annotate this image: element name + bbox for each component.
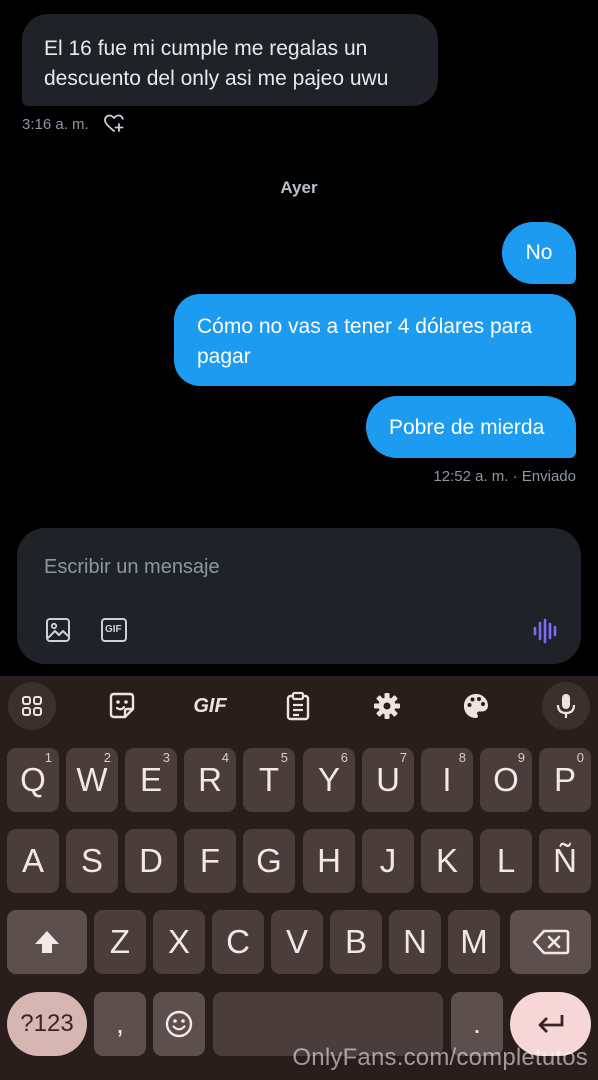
comma-key[interactable]: , bbox=[94, 992, 146, 1056]
key-b[interactable]: B bbox=[330, 910, 382, 974]
clipboard-icon[interactable] bbox=[274, 682, 322, 730]
key-o[interactable]: O9 bbox=[480, 748, 532, 812]
key-h[interactable]: H bbox=[303, 829, 355, 893]
key-c[interactable]: C bbox=[212, 910, 264, 974]
enter-icon bbox=[538, 1015, 563, 1033]
gif-attach-label: GIF bbox=[105, 624, 122, 635]
shift-key[interactable] bbox=[7, 910, 87, 974]
key-d[interactable]: D bbox=[125, 829, 177, 893]
key-label: Y bbox=[317, 761, 340, 798]
key-hint: 4 bbox=[221, 750, 229, 765]
key-v[interactable]: V bbox=[271, 910, 323, 974]
key-label: Q bbox=[20, 761, 46, 798]
sent-status: 12:52 a. m. · Enviado bbox=[433, 468, 576, 485]
key-z[interactable]: Z bbox=[94, 910, 146, 974]
key-n[interactable]: N bbox=[389, 910, 441, 974]
incoming-message-text: El 16 fue mi cumple me regalas un descue… bbox=[44, 37, 389, 90]
outgoing-message-bubble[interactable]: Cómo no vas a tener 4 dólares para pagar bbox=[174, 294, 576, 386]
key-hint: 0 bbox=[576, 750, 584, 765]
emoji-key[interactable] bbox=[153, 992, 205, 1056]
key-j[interactable]: J bbox=[362, 829, 414, 893]
key-hint: 5 bbox=[280, 750, 288, 765]
outgoing-message-bubble[interactable]: No bbox=[502, 222, 576, 284]
apps-icon[interactable] bbox=[8, 682, 56, 730]
gif-attach-icon[interactable]: GIF bbox=[100, 617, 130, 647]
outgoing-message-text: Pobre de mierda bbox=[389, 416, 545, 439]
key-u[interactable]: U7 bbox=[362, 748, 414, 812]
key-label: I bbox=[442, 761, 452, 798]
outgoing-message-bubble[interactable]: Pobre de mierda bbox=[366, 396, 576, 458]
key-label: O bbox=[493, 761, 519, 798]
palette-icon[interactable] bbox=[452, 682, 500, 730]
key-label: W bbox=[76, 761, 108, 798]
key-hint: 6 bbox=[340, 750, 348, 765]
key-s[interactable]: S bbox=[66, 829, 118, 893]
key-hint: 2 bbox=[103, 750, 111, 765]
key-hint: 1 bbox=[44, 750, 52, 765]
key-label: P bbox=[553, 761, 576, 798]
sticker-icon[interactable] bbox=[98, 682, 146, 730]
incoming-message-bubble[interactable]: El 16 fue mi cumple me regalas un descue… bbox=[22, 14, 438, 106]
outgoing-message-text: Cómo no vas a tener 4 dólares para pagar bbox=[197, 315, 533, 368]
settings-icon[interactable] bbox=[363, 682, 411, 730]
key-m[interactable]: M bbox=[448, 910, 500, 974]
key-k[interactable]: K bbox=[421, 829, 473, 893]
watermark: OnlyFans.com/completutos bbox=[292, 1044, 588, 1071]
key-a[interactable]: A bbox=[7, 829, 59, 893]
key-f[interactable]: F bbox=[184, 829, 236, 893]
key-q[interactable]: Q1 bbox=[7, 748, 59, 812]
backspace-icon bbox=[532, 929, 569, 955]
key-g[interactable]: G bbox=[243, 829, 295, 893]
key-l[interactable]: L bbox=[480, 829, 532, 893]
message-input[interactable] bbox=[44, 552, 524, 582]
key-label: U bbox=[376, 761, 400, 798]
key-p[interactable]: P0 bbox=[539, 748, 591, 812]
voice-message-icon[interactable] bbox=[532, 617, 560, 645]
key-hint: 8 bbox=[458, 750, 466, 765]
key-hint: 9 bbox=[517, 750, 525, 765]
key-x[interactable]: X bbox=[153, 910, 205, 974]
key-label: T bbox=[258, 761, 280, 798]
outgoing-message-text: No bbox=[525, 241, 553, 264]
mic-icon[interactable] bbox=[542, 682, 590, 730]
key-r[interactable]: R4 bbox=[184, 748, 236, 812]
key-hint: 3 bbox=[162, 750, 170, 765]
shift-arrow-icon bbox=[35, 931, 59, 953]
key-hint: 7 bbox=[399, 750, 407, 765]
key-y[interactable]: Y6 bbox=[303, 748, 355, 812]
react-heart-icon[interactable] bbox=[104, 114, 126, 134]
key-label: R bbox=[198, 761, 222, 798]
key-label: E bbox=[139, 761, 162, 798]
day-separator: Ayer bbox=[280, 178, 318, 197]
key-e[interactable]: E3 bbox=[125, 748, 177, 812]
backspace-key[interactable] bbox=[510, 910, 591, 974]
symbols-key[interactable]: ?123 bbox=[7, 992, 87, 1056]
key-n-tilde[interactable]: Ñ bbox=[539, 829, 591, 893]
key-t[interactable]: T5 bbox=[243, 748, 295, 812]
key-i[interactable]: I8 bbox=[421, 748, 473, 812]
key-w[interactable]: W2 bbox=[66, 748, 118, 812]
image-attach-icon[interactable] bbox=[44, 616, 74, 646]
gif-button[interactable]: GIF bbox=[186, 682, 234, 730]
incoming-message-time: 3:16 a. m. bbox=[22, 116, 89, 133]
emoji-icon bbox=[165, 1010, 193, 1038]
